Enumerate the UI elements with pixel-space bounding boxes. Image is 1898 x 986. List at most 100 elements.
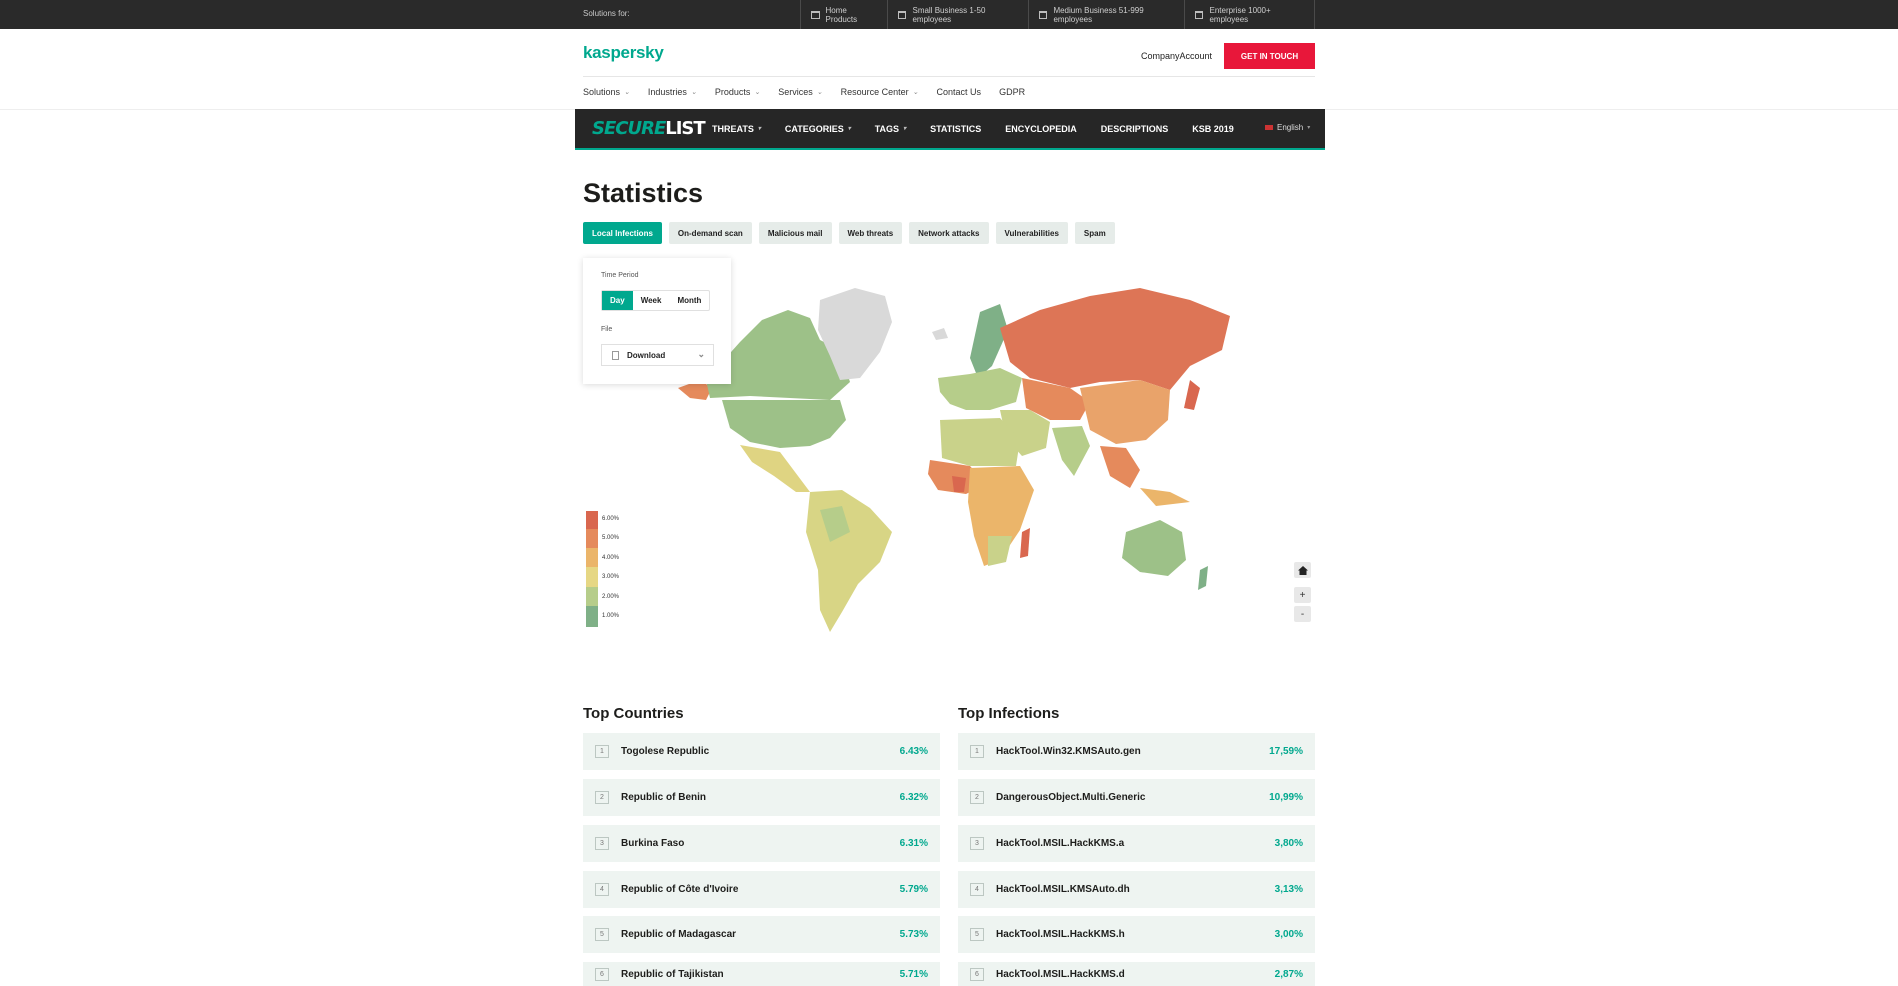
- sl-nav-statistics[interactable]: STATISTICS: [930, 124, 981, 134]
- legend-swatch: [586, 529, 598, 548]
- map-region: [932, 328, 948, 340]
- tab-malicious-mail[interactable]: Malicious mail: [758, 222, 832, 244]
- topbar-home-products[interactable]: Home Products: [800, 0, 887, 29]
- caret-down-icon: ▾: [757, 126, 761, 132]
- legend-label: 3.00%: [602, 574, 620, 580]
- legend-swatch: [586, 567, 598, 587]
- rank-badge: 2: [970, 791, 984, 804]
- sl-nav-encyclopedia[interactable]: ENCYCLOPEDIA: [1005, 124, 1077, 134]
- infection-name: DangerousObject.Multi.Generic: [996, 792, 1146, 803]
- language-selector[interactable]: English ▾: [1265, 123, 1310, 132]
- legend-swatch: [586, 606, 598, 627]
- infection-percent: 3,00%: [1274, 929, 1303, 940]
- language-label: English: [1277, 123, 1304, 132]
- country-name: Republic of Côte d'Ivoire: [621, 884, 739, 895]
- list-item[interactable]: 3 Burkina Faso 6.31%: [583, 825, 940, 862]
- zoom-out-button[interactable]: -: [1294, 606, 1311, 622]
- topbar-medium-business[interactable]: Medium Business 51-999 employees: [1028, 0, 1184, 29]
- zoom-in-button[interactable]: +: [1294, 587, 1311, 603]
- solutions-topbar: Solutions for: Home Products Small Busin…: [0, 0, 1898, 29]
- topbar-item-label: Enterprise 1000+ employees: [1209, 5, 1271, 24]
- map-region: [938, 368, 1022, 410]
- tab-local-infections[interactable]: Local Infections: [583, 222, 662, 244]
- nav-contact-us[interactable]: Contact Us: [937, 87, 982, 97]
- legend-label: 1.00%: [602, 613, 620, 619]
- map-region: [1122, 520, 1186, 576]
- tab-vulnerabilities[interactable]: Vulnerabilities: [995, 222, 1068, 244]
- country-name: Togolese Republic: [621, 746, 710, 757]
- nav-solutions[interactable]: Solutions ⌄: [583, 87, 630, 97]
- tab-web-threats[interactable]: Web threats: [838, 222, 903, 244]
- nav-industries[interactable]: Industries ⌄: [648, 87, 697, 97]
- list-item[interactable]: 4 HackTool.MSIL.KMSAuto.dh 3,13%: [958, 871, 1315, 908]
- infection-percent: 3,80%: [1274, 838, 1303, 849]
- list-item[interactable]: 1 Togolese Republic 6.43%: [583, 733, 940, 770]
- sl-nav-categories[interactable]: CATEGORIES ▾: [785, 124, 851, 134]
- download-select[interactable]: Download ⌄: [601, 344, 714, 366]
- period-day-button[interactable]: Day: [602, 291, 633, 310]
- kaspersky-logo[interactable]: kaspersky: [583, 43, 664, 63]
- tab-on-demand-scan[interactable]: On-demand scan: [668, 222, 752, 244]
- sl-nav-descriptions[interactable]: DESCRIPTIONS: [1101, 124, 1169, 134]
- list-item[interactable]: 6 HackTool.MSIL.HackKMS.d 2,87%: [958, 962, 1315, 986]
- list-item[interactable]: 2 Republic of Benin 6.32%: [583, 779, 940, 816]
- nav-label: Solutions: [583, 87, 621, 97]
- map-options-panel: Time Period Day Week Month File Download…: [583, 258, 731, 384]
- topbar-enterprise[interactable]: Enterprise 1000+ employees: [1184, 0, 1315, 29]
- list-item[interactable]: 6 Republic of Tajikistan 5.71%: [583, 962, 940, 986]
- house-icon: [811, 10, 820, 19]
- nav-resource-center[interactable]: Resource Center ⌄: [841, 87, 919, 97]
- sl-nav-label: THREATS: [712, 123, 754, 134]
- map-region: [988, 536, 1012, 566]
- legend-swatch: [586, 548, 598, 567]
- tab-spam[interactable]: Spam: [1074, 222, 1115, 244]
- get-in-touch-button[interactable]: GET IN TOUCH: [1224, 43, 1315, 69]
- home-icon: [1297, 565, 1308, 575]
- tab-network-attacks[interactable]: Network attacks: [909, 222, 989, 244]
- sl-nav-threats[interactable]: THREATS ▾: [712, 124, 761, 134]
- world-infection-map[interactable]: [670, 270, 1230, 640]
- top-countries-heading: Top Countries: [583, 705, 684, 722]
- list-item[interactable]: 5 Republic of Madagascar 5.73%: [583, 916, 940, 953]
- nav-products[interactable]: Products ⌄: [715, 87, 760, 97]
- list-item[interactable]: 5 HackTool.MSIL.HackKMS.h 3,00%: [958, 916, 1315, 953]
- map-region: [1100, 446, 1140, 488]
- rank-badge: 3: [970, 837, 984, 850]
- period-week-button[interactable]: Week: [633, 291, 670, 310]
- map-home-button[interactable]: [1294, 562, 1311, 578]
- rank-badge: 6: [595, 967, 609, 981]
- rank-badge: 4: [595, 883, 609, 896]
- map-region: [1184, 380, 1200, 410]
- list-item[interactable]: 4 Republic of Côte d'Ivoire 5.79%: [583, 871, 940, 908]
- period-month-button[interactable]: Month: [669, 291, 709, 310]
- rank-badge: 6: [970, 967, 984, 981]
- page-title: Statistics: [583, 178, 704, 208]
- country-percent: 5.79%: [899, 884, 928, 895]
- download-label: Download: [627, 350, 666, 360]
- sl-nav-label: STATISTICS: [930, 123, 982, 134]
- company-account-link[interactable]: CompanyAccount: [1141, 51, 1212, 61]
- topbar-item-label: Small Business 1-50 employees: [912, 5, 986, 24]
- legend-label: 6.00%: [602, 516, 620, 522]
- main-nav: Solutions ⌄ Industries ⌄ Products ⌄ Service…: [583, 87, 1025, 97]
- solutions-label: Solutions for:: [583, 9, 630, 18]
- infection-name: HackTool.MSIL.HackKMS.h: [996, 929, 1125, 940]
- sl-nav-tags[interactable]: TAGS ▾: [875, 124, 906, 134]
- sl-nav-label: KSB 2019: [1192, 123, 1234, 134]
- chevron-down-icon: ⌄: [754, 89, 761, 96]
- rank-badge: 3: [595, 837, 609, 850]
- list-item[interactable]: 3 HackTool.MSIL.HackKMS.a 3,80%: [958, 825, 1315, 862]
- list-item[interactable]: 2 DangerousObject.Multi.Generic 10,99%: [958, 779, 1315, 816]
- country-percent: 6.31%: [899, 838, 928, 849]
- sl-nav-label: ENCYCLOPEDIA: [1005, 123, 1077, 134]
- sl-nav-ksb-2019[interactable]: KSB 2019: [1192, 124, 1234, 134]
- time-period-label: Time Period: [601, 272, 639, 279]
- nav-services[interactable]: Services ⌄: [778, 87, 822, 97]
- topbar-small-business[interactable]: Small Business 1-50 employees: [887, 0, 1028, 29]
- securelist-logo[interactable]: SECURELIST: [592, 118, 706, 139]
- legend-label: 5.00%: [602, 535, 620, 541]
- chevron-down-icon: ⌄: [690, 89, 697, 96]
- list-item[interactable]: 1 HackTool.Win32.KMSAuto.gen 17,59%: [958, 733, 1315, 770]
- sl-nav-label: CATEGORIES: [784, 123, 844, 134]
- nav-gdpr[interactable]: GDPR: [999, 87, 1025, 97]
